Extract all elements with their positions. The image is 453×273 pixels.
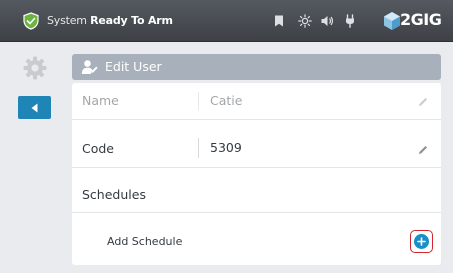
name-value: Catie: [210, 93, 243, 108]
brand-logo-text: 2GIG: [400, 10, 442, 29]
add-circle-icon: [414, 234, 429, 249]
name-row[interactable]: Name Catie: [72, 83, 441, 120]
schedules-section: Schedules: [72, 176, 441, 213]
shield-check-icon: [23, 12, 39, 30]
edit-user-form: Name Catie Code 5309 Schedules Add Sched…: [72, 83, 441, 265]
status-state: Ready To Arm: [90, 14, 173, 27]
sun-icon[interactable]: [298, 14, 312, 28]
name-label: Name: [82, 93, 119, 108]
code-row[interactable]: Code 5309: [72, 128, 441, 168]
plus-icon: [417, 237, 426, 246]
page-title: Edit User: [105, 59, 162, 74]
back-arrow-icon: [31, 103, 37, 112]
code-value: 5309: [210, 140, 242, 155]
status-prefix: System: [47, 14, 87, 27]
code-edit-pencil-icon[interactable]: [418, 145, 428, 155]
volume-icon[interactable]: [320, 14, 334, 28]
bookmark-icon[interactable]: [272, 14, 286, 28]
system-status-text: System Ready To Arm: [47, 13, 173, 29]
add-schedule-button[interactable]: [410, 230, 433, 253]
schedules-heading: Schedules: [82, 187, 146, 202]
name-divider: [198, 92, 199, 110]
brand-logo-icon: [384, 12, 400, 30]
gear-icon[interactable]: [22, 55, 48, 81]
status-bar: System Ready To Arm 2GIG: [0, 0, 453, 42]
plug-icon[interactable]: [343, 14, 357, 28]
user-edit-icon: [81, 60, 98, 74]
code-label: Code: [82, 141, 115, 156]
back-button[interactable]: [18, 96, 51, 119]
page-title-bar: Edit User: [72, 54, 441, 80]
code-divider: [198, 138, 199, 158]
name-edit-pencil-icon[interactable]: [418, 97, 428, 107]
add-schedule-label: Add Schedule: [107, 235, 183, 248]
add-schedule-row[interactable]: Add Schedule: [72, 223, 441, 263]
